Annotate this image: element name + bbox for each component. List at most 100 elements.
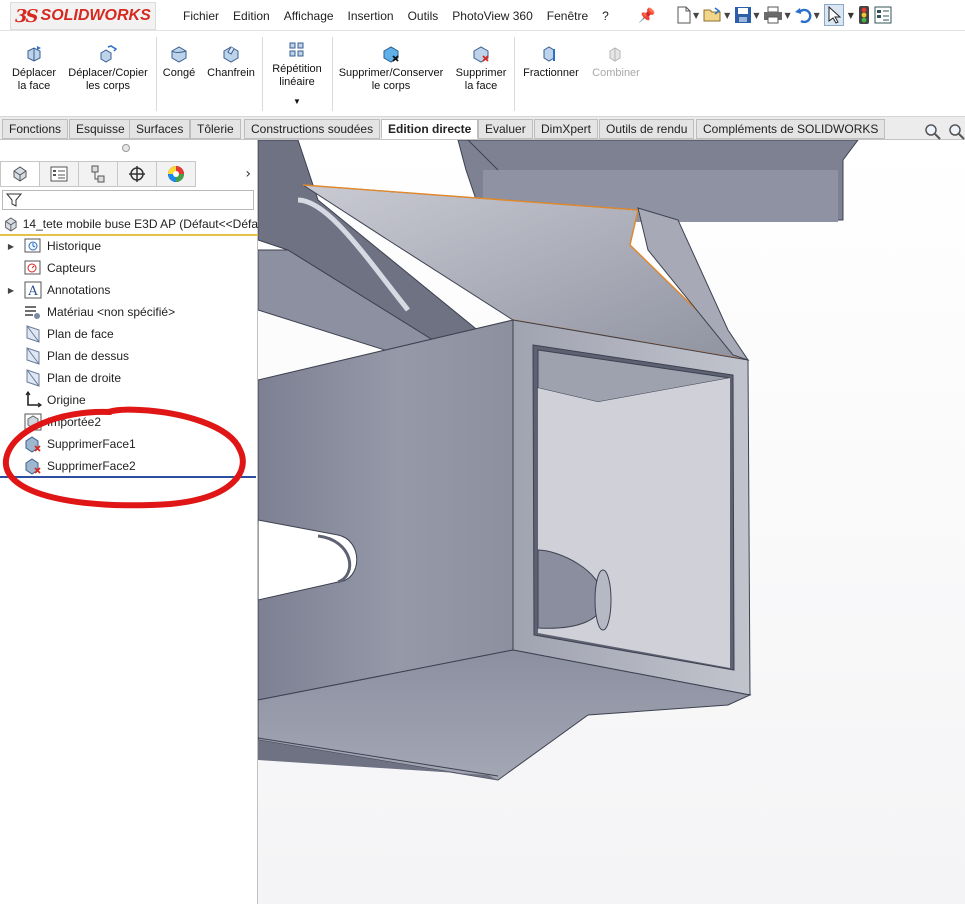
open-document-button[interactable]: ▼ <box>703 4 730 26</box>
tree-item-annotations[interactable]: ▶ A Annotations <box>0 279 258 301</box>
split-button[interactable]: Fractionner <box>519 45 583 80</box>
chevron-down-icon[interactable]: ▼ <box>266 95 328 108</box>
menu-fenetre[interactable]: Fenêtre <box>540 7 595 25</box>
chevron-down-icon[interactable]: ▼ <box>814 11 820 20</box>
tree-item-label: Plan de droite <box>47 371 122 385</box>
tab-configuration-manager[interactable] <box>78 161 118 187</box>
options-button[interactable] <box>874 4 892 26</box>
tab-feature-manager[interactable] <box>0 161 40 187</box>
tab-tolerie[interactable]: Tôlerie <box>190 119 241 139</box>
ds-logo-mark: 3S <box>15 5 38 27</box>
delete-face-icon <box>25 458 41 475</box>
move-copy-body-button[interactable]: Déplacer/Copier les corps <box>64 45 152 93</box>
3d-model-view[interactable] <box>258 140 965 904</box>
menu-bar: Fichier Edition Affichage Insertion Outi… <box>176 7 616 25</box>
tab-dimxpert[interactable]: DimXpert <box>534 119 599 139</box>
tab-esquisse[interactable]: Esquisse <box>69 119 132 139</box>
chevron-down-icon[interactable]: ▼ <box>724 11 730 20</box>
tab-outils-de-rendu[interactable]: Outils de rendu <box>599 119 695 139</box>
view-tools <box>924 123 965 141</box>
print-button[interactable]: ▼ <box>763 4 791 26</box>
tab-display-manager[interactable] <box>156 161 196 187</box>
chamfer-button[interactable]: Chanfrein <box>204 45 258 80</box>
tree-item-origine[interactable]: Origine <box>0 389 258 411</box>
fillet-label: Congé <box>162 67 196 79</box>
ribbon-separator <box>514 37 515 111</box>
tab-constructions-soudees[interactable]: Constructions soudées <box>244 119 381 139</box>
delete-keep-body-icon <box>383 46 399 63</box>
tab-evaluer[interactable]: Evaluer <box>478 119 533 139</box>
select-button[interactable] <box>823 4 844 26</box>
fillet-icon <box>171 46 187 63</box>
chevron-down-icon[interactable]: ▼ <box>784 11 790 20</box>
tab-dimxpert-manager[interactable] <box>117 161 157 187</box>
tree-item-label: Plan de face <box>47 327 114 341</box>
save-button[interactable]: ▼ <box>734 4 759 26</box>
move-copy-body-label-2: les corps <box>85 80 131 92</box>
feature-tree-filter[interactable] <box>2 190 254 210</box>
tree-item-supprimerface1[interactable]: SupprimerFace1 <box>0 433 258 455</box>
combine-button[interactable]: Combiner <box>588 45 644 80</box>
pin-icon[interactable]: 📌 <box>638 8 655 24</box>
move-face-label-1: Déplacer <box>11 67 57 79</box>
menu-affichage[interactable]: Affichage <box>277 7 341 25</box>
menu-photoview[interactable]: PhotoView 360 <box>445 7 540 25</box>
menu-edition[interactable]: Edition <box>226 7 277 25</box>
chevron-down-icon[interactable]: ▼ <box>753 11 759 20</box>
menu-help[interactable]: ? <box>595 7 616 25</box>
undo-button[interactable]: ▼ <box>794 4 820 26</box>
graphics-viewport[interactable] <box>258 140 965 904</box>
fillet-button[interactable]: Congé <box>161 45 197 80</box>
delete-keep-body-label-2: le corps <box>371 80 411 92</box>
linear-pattern-button[interactable]: Répétition linéaire ▼ <box>266 41 328 108</box>
delete-face-button[interactable]: Supprimer la face <box>452 45 510 93</box>
menu-fichier[interactable]: Fichier <box>176 7 226 25</box>
menu-outils[interactable]: Outils <box>401 7 446 25</box>
chevron-right-icon[interactable]: › <box>245 166 251 182</box>
quick-access-toolbar: ▼ ▼ ▼ ▼ ▼ ▼ <box>676 4 892 26</box>
expand-arrow-icon[interactable]: ▶ <box>4 286 18 295</box>
rebuild-button[interactable] <box>858 4 870 26</box>
tree-item-plan-de-droite[interactable]: Plan de droite <box>0 367 258 389</box>
logo-text: SOLIDWORKS <box>40 7 151 24</box>
zoom-area-icon[interactable] <box>948 123 965 141</box>
plane-icon <box>26 347 40 365</box>
part-icon <box>5 217 17 232</box>
origin-icon <box>25 391 42 408</box>
solidworks-logo[interactable]: 3S SOLIDWORKS <box>10 2 156 30</box>
expand-arrow-icon[interactable]: ▶ <box>4 242 18 251</box>
tab-edition-directe[interactable]: Edition directe <box>381 119 479 139</box>
combine-icon <box>609 47 621 62</box>
chamfer-label: Chanfrein <box>207 67 255 79</box>
chevron-down-icon[interactable]: ▼ <box>693 11 699 20</box>
move-face-button[interactable]: Déplacer la face <box>8 45 60 93</box>
ribbon-separator <box>156 37 157 111</box>
tab-complements[interactable]: Compléments de SOLIDWORKS <box>696 119 886 139</box>
tree-item-materiau[interactable]: Matériau <non spécifié> <box>0 301 258 323</box>
tree-item-plan-de-dessus[interactable]: Plan de dessus <box>0 345 258 367</box>
menu-insertion[interactable]: Insertion <box>341 7 401 25</box>
imported-body-icon <box>24 413 42 431</box>
tab-surfaces[interactable]: Surfaces <box>129 119 191 139</box>
delete-keep-body-button[interactable]: Supprimer/Conserver le corps <box>336 45 446 93</box>
tree-item-historique[interactable]: ▶ Historique <box>0 235 258 257</box>
rollback-bar[interactable] <box>0 476 256 478</box>
tree-item-plan-de-face[interactable]: Plan de face <box>0 323 258 345</box>
chevron-down-icon[interactable]: ▼ <box>848 4 854 26</box>
tree-root-part[interactable]: 14_tete mobile buse E3D AP (Défaut<<Défa <box>0 214 258 236</box>
linear-pattern-label-1: Répétition <box>272 63 322 75</box>
filter-icon <box>6 193 22 207</box>
command-tabs: Fonctions Esquisse Surfaces Tôlerie Cons… <box>0 117 965 140</box>
panel-resize-handle[interactable] <box>122 144 130 152</box>
zoom-icon[interactable] <box>924 123 942 141</box>
new-document-button[interactable]: ▼ <box>676 4 699 26</box>
cursor-arrow-icon <box>828 6 841 24</box>
tree-item-supprimerface2[interactable]: SupprimerFace2 <box>0 455 258 477</box>
title-bar: 3S SOLIDWORKS Fichier Edition Affichage … <box>0 0 965 31</box>
tree-item-importee2[interactable]: Importée2 <box>0 411 258 433</box>
history-icon <box>24 238 41 253</box>
traffic-light-icon <box>858 6 869 24</box>
tab-fonctions[interactable]: Fonctions <box>2 119 69 139</box>
tree-item-capteurs[interactable]: Capteurs <box>0 257 258 279</box>
tab-property-manager[interactable] <box>39 161 79 187</box>
